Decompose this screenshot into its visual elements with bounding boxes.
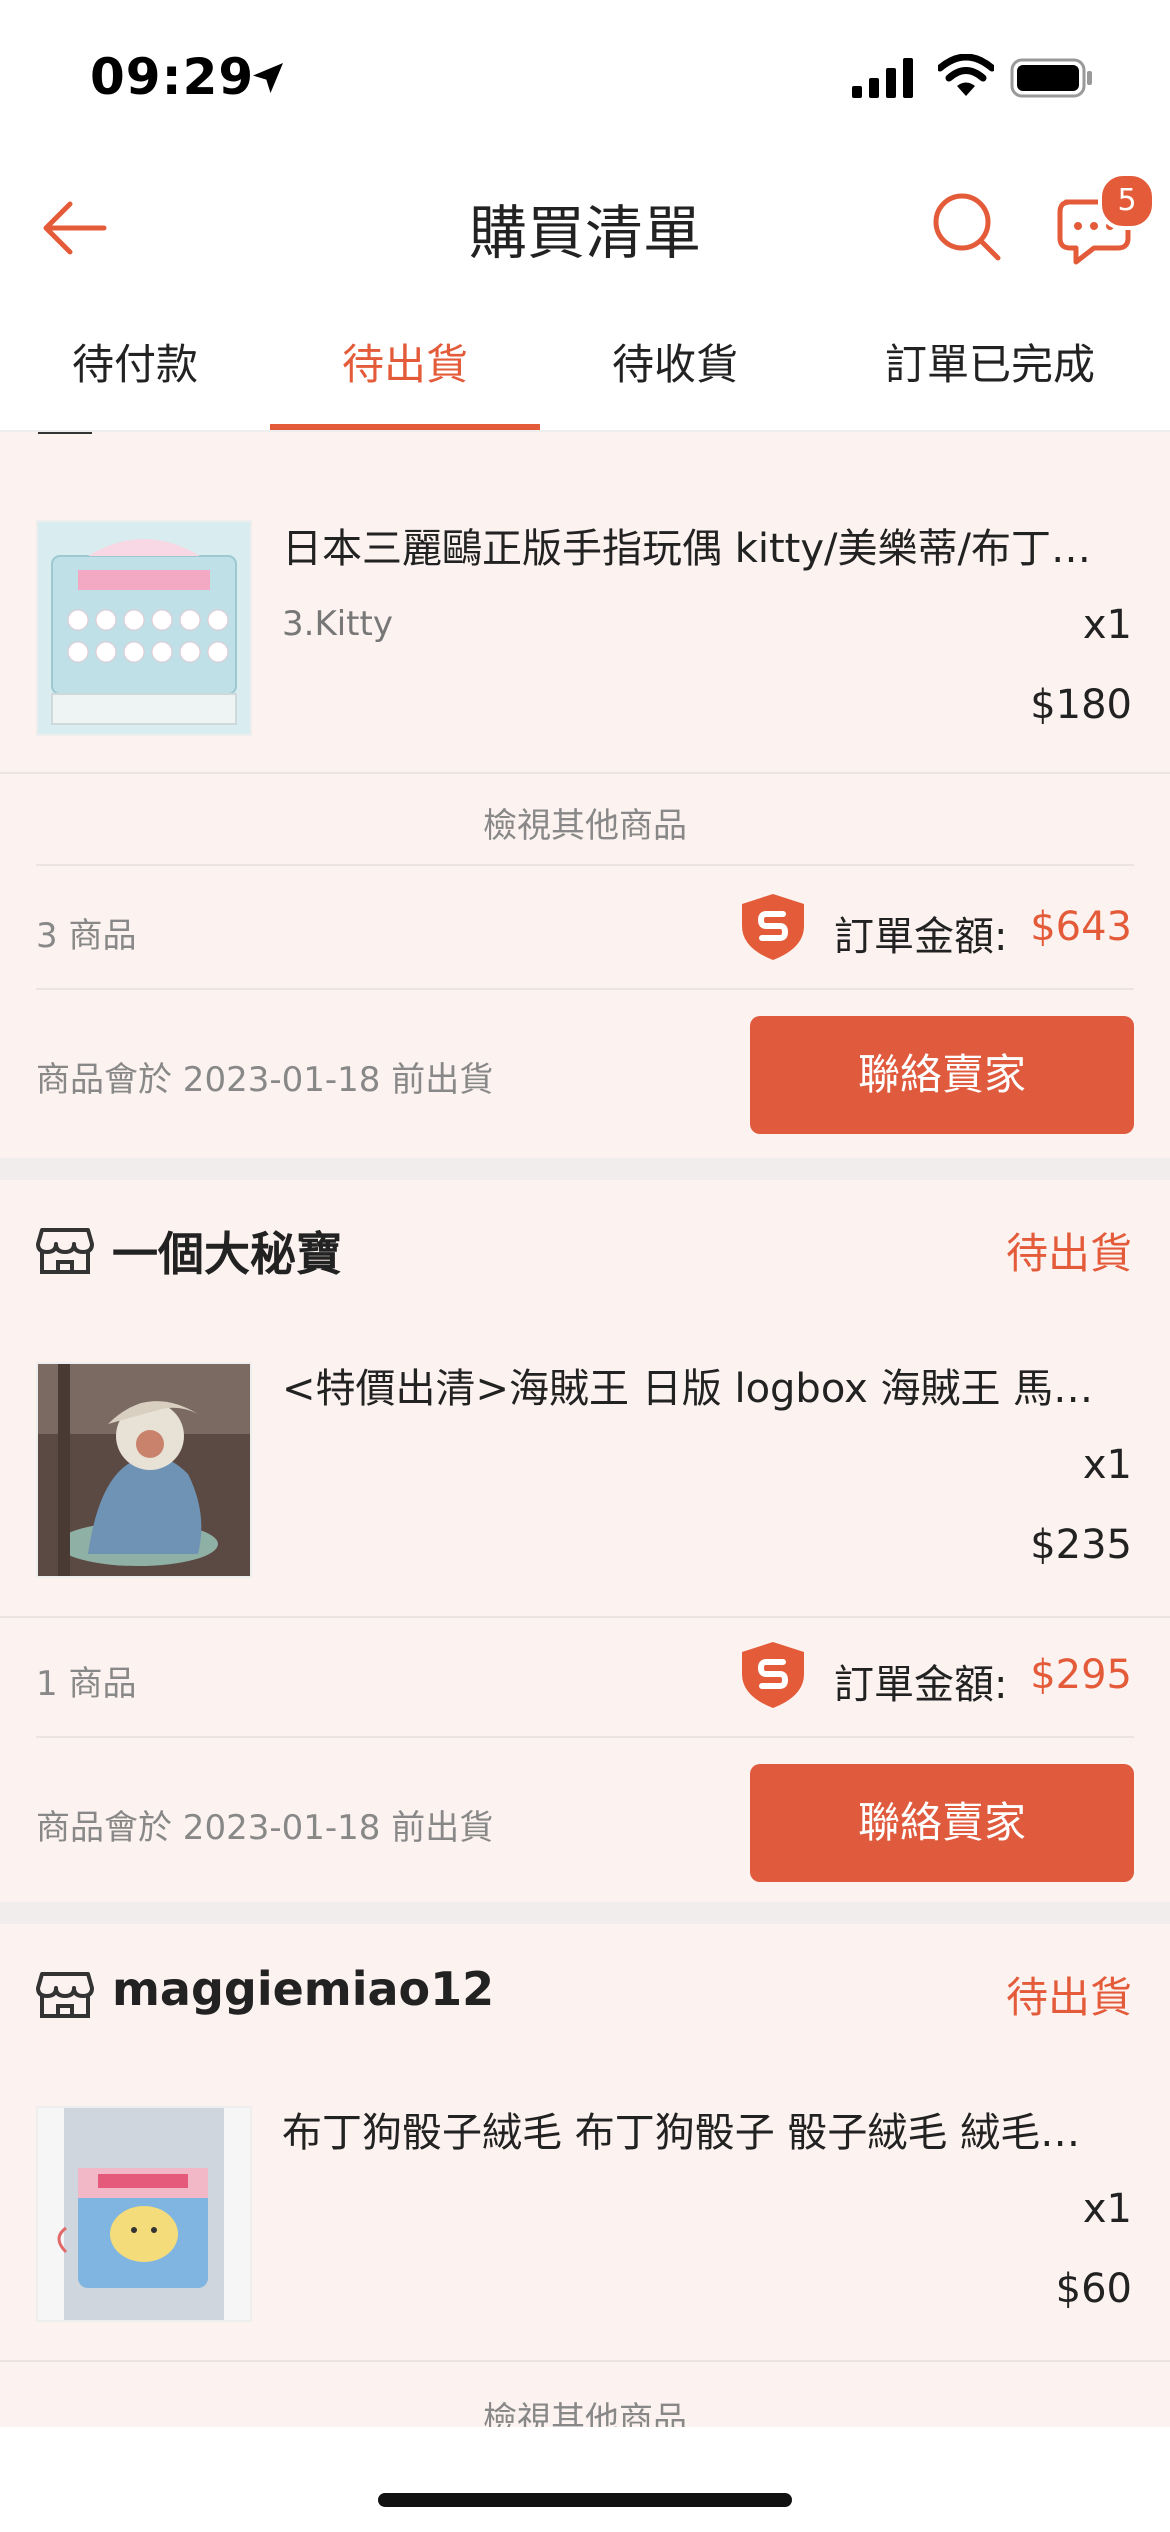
- product-price: $180: [1030, 682, 1132, 728]
- shopee-guarantee-shield-icon: [742, 1642, 804, 1708]
- wifi-icon: [938, 54, 994, 96]
- order-status: 待出貨: [1005, 1973, 1132, 2022]
- product-quantity: x1: [1082, 1442, 1132, 1488]
- product-name[interactable]: <特價出清>海賊王 日版 logbox 海賊王 馬林福特: [282, 1356, 1112, 1414]
- product-price: $60: [1055, 2266, 1132, 2312]
- divider: [36, 988, 1134, 990]
- product-variant: 3.Kitty: [282, 604, 393, 644]
- tab-to-receive[interactable]: 待收貨: [540, 300, 810, 430]
- item-count: 3 商品: [36, 916, 137, 956]
- nav-bar: 購買清單 5: [0, 150, 1170, 300]
- order-status: 待出貨: [1005, 1229, 1132, 1278]
- home-indicator-area: [0, 2427, 1170, 2532]
- ship-by-note: 商品會於 2023-01-18 前出貨: [36, 1808, 494, 1848]
- product-price: $235: [1030, 1522, 1132, 1568]
- divider: [0, 1616, 1170, 1618]
- product-thumbnail[interactable]: [36, 520, 252, 736]
- product-thumbnail[interactable]: [36, 2106, 252, 2322]
- product-quantity: x1: [1082, 2186, 1132, 2232]
- shopee-guarantee-shield-icon: [742, 894, 804, 960]
- battery-icon: [1010, 58, 1092, 98]
- order-total-amount: $295: [1030, 1652, 1132, 1698]
- contact-seller-button[interactable]: 聯絡賣家: [750, 1764, 1134, 1882]
- product-thumbnail[interactable]: [36, 1362, 252, 1578]
- view-more-products-link[interactable]: 檢視其他商品: [0, 798, 1170, 847]
- tab-to-ship[interactable]: 待出貨: [270, 300, 540, 430]
- shop-icon[interactable]: [36, 1970, 94, 2020]
- product-image: [38, 1364, 250, 1576]
- order-total-amount: $643: [1030, 904, 1132, 950]
- status-bar: 09:29: [0, 0, 1170, 150]
- tab-completed[interactable]: 訂單已完成: [810, 300, 1170, 430]
- ship-by-note: 商品會於 2023-01-18 前出貨: [36, 1060, 494, 1100]
- divider: [0, 2360, 1170, 2362]
- cellular-signal-icon: [852, 58, 913, 98]
- location-arrow-icon: [253, 63, 283, 93]
- product-quantity: x1: [1082, 602, 1132, 648]
- search-icon[interactable]: [928, 188, 1004, 264]
- shop-icon[interactable]: [36, 1226, 94, 1276]
- divider: [0, 772, 1170, 774]
- tab-pending-payment[interactable]: 待付款: [0, 300, 270, 430]
- shop-name[interactable]: 一個大秘寶: [112, 1218, 342, 1284]
- product-name[interactable]: 布丁狗骰子絨毛 布丁狗骰子 骰子絨毛 絨毛吊飾: [282, 2100, 1112, 2158]
- shop-icon: [38, 432, 92, 434]
- product-image: [38, 2108, 250, 2320]
- order-total-label: 訂單金額:: [834, 1662, 1008, 1708]
- item-count: 1 商品: [36, 1664, 137, 1704]
- chat-badge: 5: [1098, 172, 1156, 230]
- home-indicator[interactable]: [378, 2493, 792, 2507]
- order-tabs: 待付款 待出貨 待收貨 訂單已完成: [0, 300, 1170, 432]
- status-time: 09:29: [90, 48, 255, 106]
- active-tab-indicator: [270, 424, 540, 430]
- view-more-products-link[interactable]: 檢視其他商品: [0, 2392, 1170, 2427]
- contact-seller-button[interactable]: 聯絡賣家: [750, 1016, 1134, 1134]
- order-card: maggiemiao12 待出貨 布丁狗骰子絨毛 布丁狗骰子 骰子絨毛 絨毛吊飾…: [0, 1924, 1170, 2427]
- order-card: 一個大秘寶 待出貨 <特價出清>海賊王 日版 logbox 海賊王 馬林福特 x…: [0, 1180, 1170, 1902]
- divider: [36, 864, 1134, 866]
- product-image: [38, 522, 250, 734]
- shop-name[interactable]: maggiemiao12: [112, 1962, 494, 2016]
- order-list[interactable]: 日本三麗鷗正版手指玩偶 kitty/美樂蒂/布丁狗/酷洛米 3.Kitty x1…: [0, 432, 1170, 2427]
- card-separator: [0, 1902, 1170, 1924]
- divider: [36, 1736, 1134, 1738]
- order-card: 日本三麗鷗正版手指玩偶 kitty/美樂蒂/布丁狗/酷洛米 3.Kitty x1…: [0, 432, 1170, 1158]
- card-separator: [0, 1158, 1170, 1180]
- order-total-label: 訂單金額:: [834, 914, 1008, 960]
- product-name[interactable]: 日本三麗鷗正版手指玩偶 kitty/美樂蒂/布丁狗/酷洛米: [282, 516, 1112, 574]
